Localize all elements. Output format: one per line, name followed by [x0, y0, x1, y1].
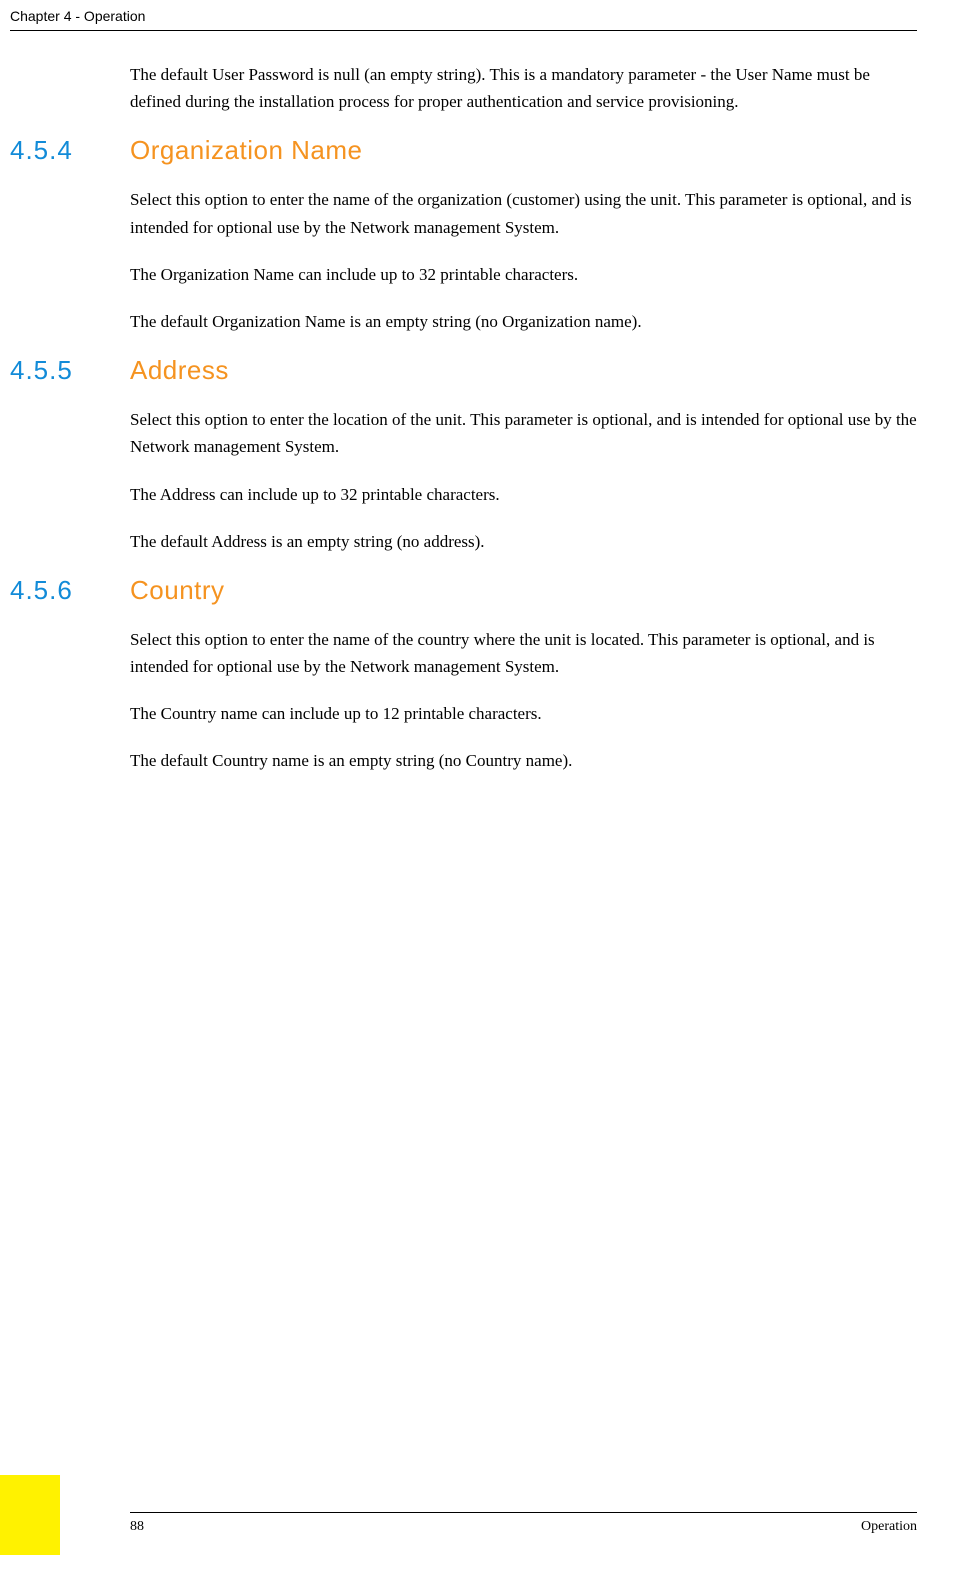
section-heading-country: 4.5.6 Country	[10, 575, 917, 606]
body-paragraph: Select this option to enter the location…	[130, 406, 917, 460]
intro-paragraph: The default User Password is null (an em…	[130, 61, 917, 115]
footer-section-label: Operation	[861, 1519, 917, 1535]
section-heading-address: 4.5.5 Address	[10, 355, 917, 386]
page-number: 88	[130, 1519, 144, 1535]
body-paragraph: The Address can include up to 32 printab…	[130, 481, 917, 508]
section-number: 4.5.5	[10, 355, 130, 386]
body-paragraph: The default Address is an empty string (…	[130, 528, 917, 555]
page-footer: 88 Operation	[0, 1504, 917, 1535]
body-paragraph: The Organization Name can include up to …	[130, 261, 917, 288]
body-paragraph: Select this option to enter the name of …	[130, 186, 917, 240]
page-header: Chapter 4 - Operation	[10, 0, 917, 31]
section-title: Country	[130, 575, 225, 606]
body-paragraph: Select this option to enter the name of …	[130, 626, 917, 680]
body-paragraph: The default Organization Name is an empt…	[130, 308, 917, 335]
section-number: 4.5.6	[10, 575, 130, 606]
section-number: 4.5.4	[10, 135, 130, 166]
section-title: Address	[130, 355, 229, 386]
section-title: Organization Name	[130, 135, 363, 166]
section-heading-organization: 4.5.4 Organization Name	[10, 135, 917, 166]
body-paragraph: The Country name can include up to 12 pr…	[130, 700, 917, 727]
body-paragraph: The default Country name is an empty str…	[130, 747, 917, 774]
page-content: The default User Password is null (an em…	[0, 31, 977, 775]
chapter-title: Chapter 4 - Operation	[10, 8, 145, 24]
